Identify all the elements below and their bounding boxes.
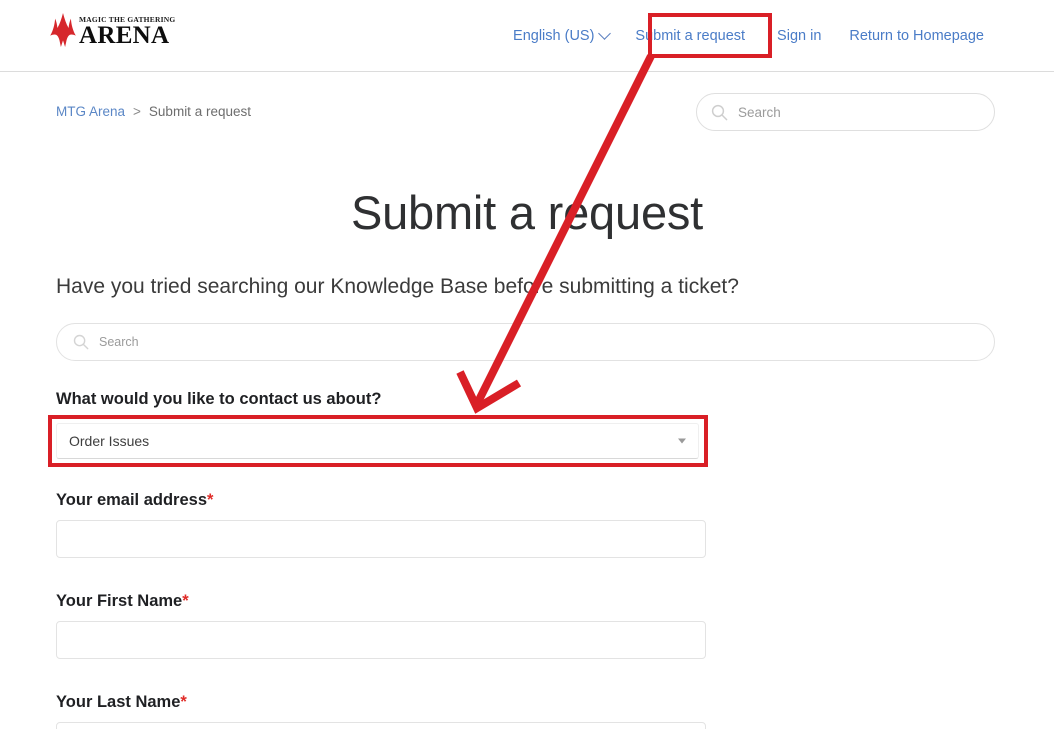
nav-return-to-homepage[interactable]: Return to Homepage [849, 28, 984, 44]
breadcrumb: MTG Arena > Submit a request [56, 104, 251, 119]
breadcrumb-current: Submit a request [149, 104, 251, 119]
email-label: Your email address* [56, 491, 213, 510]
first-name-field[interactable] [56, 621, 706, 659]
email-label-text: Your email address [56, 491, 207, 509]
knowledge-base-search-box[interactable]: Search [56, 323, 995, 361]
required-marker: * [207, 491, 213, 509]
breadcrumb-root-link[interactable]: MTG Arena [56, 104, 125, 119]
first-name-label: Your First Name* [56, 592, 189, 611]
email-field[interactable] [56, 520, 706, 558]
header-nav: English (US) Submit a request Sign in Re… [513, 0, 1054, 72]
header-search-placeholder: Search [738, 105, 781, 120]
required-marker: * [180, 693, 186, 711]
mtg-arena-logo[interactable]: MAGIC THE GATHERING ARENA [50, 13, 175, 47]
first-name-label-text: Your First Name [56, 592, 182, 610]
logo-name: ARENA [79, 25, 175, 46]
page-title: Submit a request [0, 185, 1054, 240]
planeswalker-symbol-icon [50, 13, 76, 47]
site-header: MAGIC THE GATHERING ARENA English (US) S… [0, 0, 1054, 72]
kb-search-placeholder: Search [99, 335, 139, 349]
breadcrumb-separator: > [133, 104, 141, 119]
chevron-down-icon [599, 27, 612, 40]
last-name-label: Your Last Name* [56, 693, 187, 712]
required-marker: * [182, 592, 188, 610]
language-label: English (US) [513, 28, 594, 44]
kb-prompt-text: Have you tried searching our Knowledge B… [56, 275, 739, 299]
last-name-label-text: Your Last Name [56, 693, 180, 711]
topic-selected-value: Order Issues [69, 433, 149, 449]
search-icon [73, 334, 89, 350]
nav-sign-in[interactable]: Sign in [777, 28, 821, 44]
topic-dropdown[interactable]: Order Issues [56, 423, 699, 459]
language-selector[interactable]: English (US) [513, 28, 609, 44]
caret-down-icon [678, 439, 686, 444]
search-icon [711, 104, 728, 121]
header-search-box[interactable]: Search [696, 93, 995, 131]
topic-label: What would you like to contact us about? [56, 390, 381, 409]
nav-submit-request[interactable]: Submit a request [635, 28, 745, 44]
last-name-field[interactable] [56, 722, 706, 729]
page-root: MAGIC THE GATHERING ARENA English (US) S… [0, 0, 1054, 729]
